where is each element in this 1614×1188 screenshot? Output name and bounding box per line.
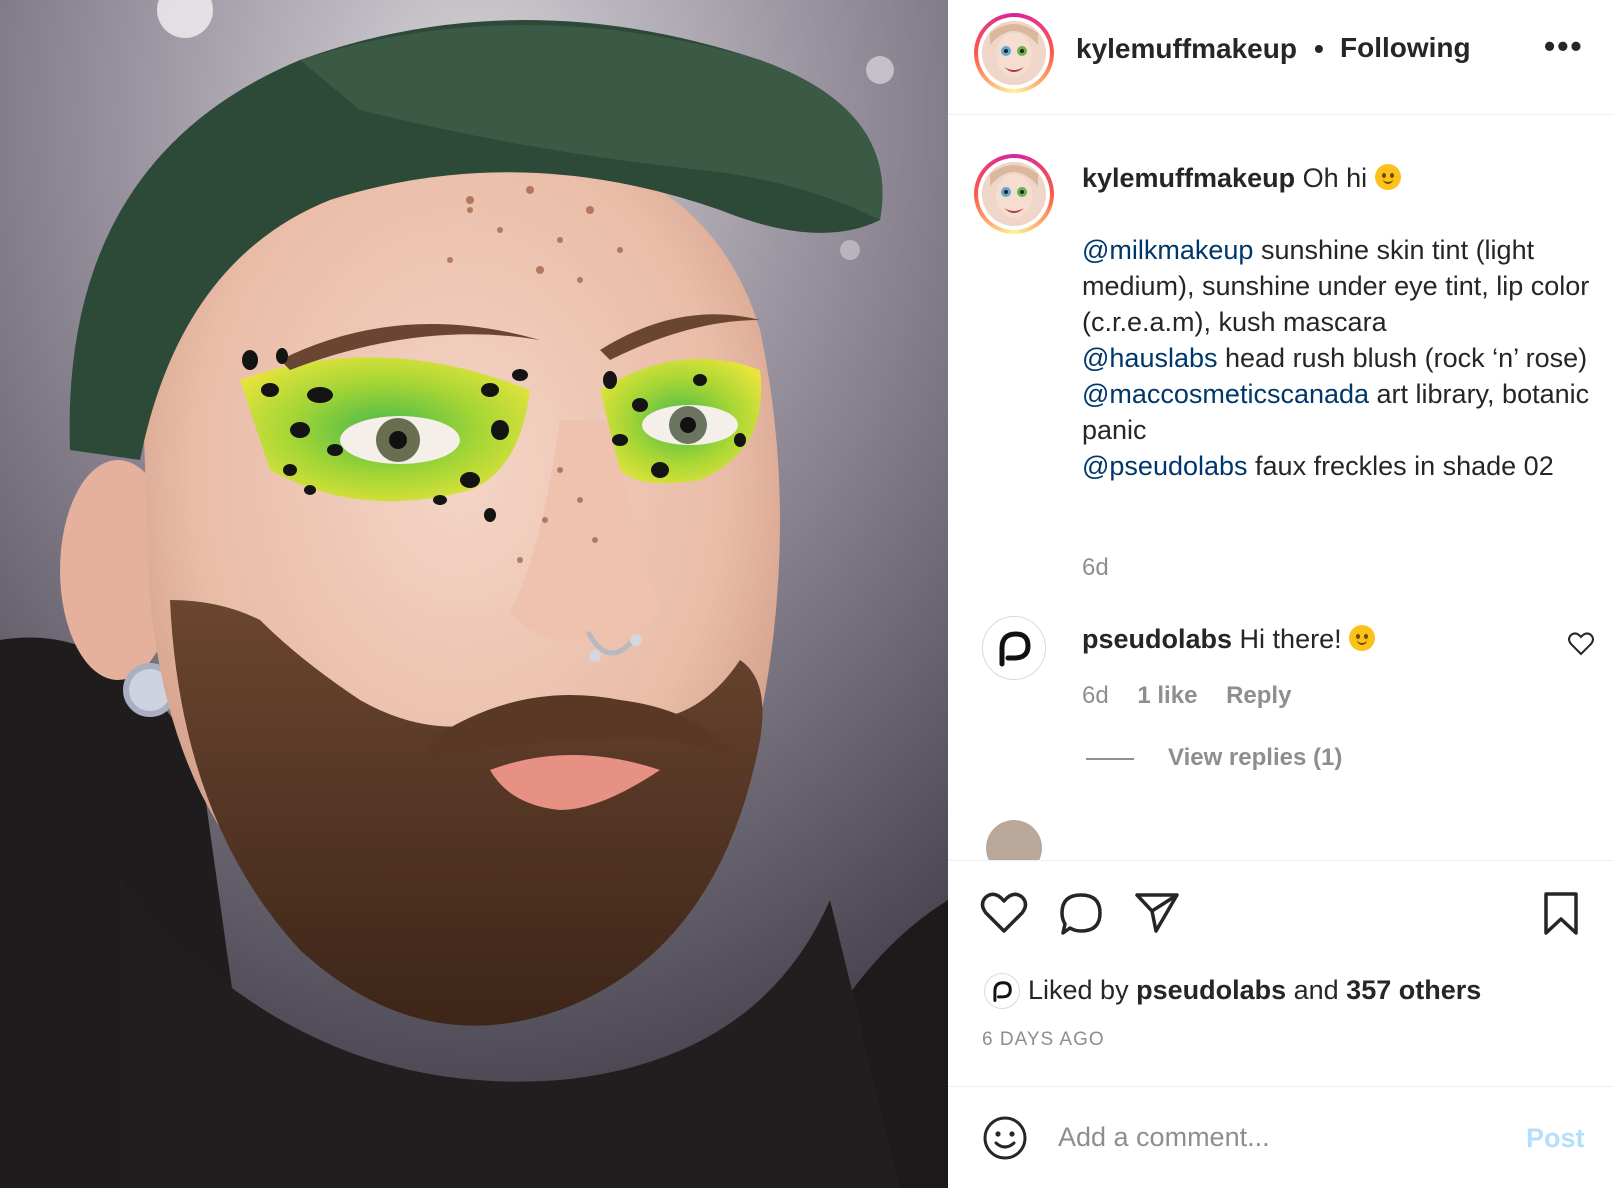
caption-line: faux freckles in shade 02 bbox=[1247, 451, 1554, 481]
mention-hauslabs[interactable]: @hauslabs bbox=[1082, 343, 1218, 373]
avatar-image bbox=[982, 21, 1046, 85]
commenter-avatar[interactable] bbox=[982, 616, 1046, 680]
view-replies-button[interactable]: View replies (1) bbox=[1086, 744, 1342, 772]
upside-down-face-emoji-icon bbox=[1374, 164, 1401, 190]
caption-line: head rush blush (rock ‘n’ rose) bbox=[1217, 343, 1588, 373]
next-comment-avatar[interactable] bbox=[986, 820, 1042, 860]
mention-maccosmeticscanada[interactable]: @maccosmeticscanada bbox=[1082, 379, 1369, 409]
liked-by-and: and bbox=[1286, 975, 1347, 1005]
avatar-image bbox=[982, 162, 1046, 226]
post-side-panel: kylemuffmakeup • Following ••• kylemuffm… bbox=[948, 0, 1614, 1188]
pseudolabs-logo-icon bbox=[999, 631, 1031, 667]
separator-dot: • bbox=[1314, 33, 1324, 64]
post-timestamp[interactable]: 6 DAYS AGO bbox=[982, 1029, 1105, 1051]
comments-section[interactable]: kylemuffmakeup Oh hi @milkmakeup sunshin… bbox=[948, 116, 1614, 860]
comment-meta: 6d 1 like Reply bbox=[1082, 682, 1313, 710]
reply-button[interactable]: Reply bbox=[1226, 682, 1291, 709]
mention-pseudolabs[interactable]: @pseudolabs bbox=[1082, 451, 1248, 481]
liked-by-prefix: Liked by bbox=[1028, 975, 1137, 1005]
add-comment-bar: Post bbox=[948, 1086, 1614, 1188]
author-avatar[interactable] bbox=[974, 13, 1054, 93]
caption-products: @milkmakeup sunshine skin tint (light me… bbox=[1082, 232, 1592, 484]
post-button[interactable]: Post bbox=[1526, 1123, 1585, 1154]
bookmark-icon[interactable] bbox=[1542, 891, 1580, 937]
author-username[interactable]: kylemuffmakeup bbox=[1076, 33, 1297, 65]
smiling-face-emoji-icon bbox=[1349, 625, 1376, 651]
post-photo[interactable] bbox=[0, 0, 948, 1188]
post-actions: Liked by pseudolabs and 357 others 6 DAY… bbox=[948, 860, 1614, 1088]
portrait-image bbox=[0, 0, 948, 1188]
comment-like-heart-icon[interactable] bbox=[1568, 632, 1594, 656]
caption-timestamp[interactable]: 6d bbox=[1082, 554, 1109, 582]
liked-by-summary: Liked by pseudolabs and 357 others bbox=[1028, 975, 1481, 1006]
liker-avatar[interactable] bbox=[984, 973, 1020, 1009]
comment-username[interactable]: pseudolabs bbox=[1082, 624, 1232, 654]
comment-likes-count[interactable]: 1 like bbox=[1137, 682, 1197, 709]
likes-others-link[interactable]: 357 others bbox=[1346, 975, 1481, 1005]
comment-timestamp[interactable]: 6d bbox=[1082, 682, 1109, 709]
comment-icon[interactable] bbox=[1058, 891, 1104, 937]
comment-input[interactable] bbox=[1058, 1113, 1488, 1161]
mention-milkmakeup[interactable]: @milkmakeup bbox=[1082, 235, 1253, 265]
smiley-icon[interactable] bbox=[982, 1115, 1028, 1161]
liked-by-user[interactable]: pseudolabs bbox=[1136, 975, 1286, 1005]
post-caption: kylemuffmakeup Oh hi @milkmakeup sunshin… bbox=[1082, 160, 1592, 484]
comment-text: Hi there! bbox=[1239, 624, 1342, 654]
following-button[interactable]: Following bbox=[1340, 32, 1471, 64]
comment-body: pseudolabs Hi there! bbox=[1082, 624, 1376, 655]
caption-author-avatar[interactable] bbox=[974, 154, 1054, 234]
caption-username[interactable]: kylemuffmakeup bbox=[1082, 163, 1295, 193]
caption-intro: Oh hi bbox=[1302, 163, 1368, 193]
view-replies-label: View replies (1) bbox=[1168, 744, 1343, 771]
paper-plane-icon[interactable] bbox=[1134, 891, 1180, 935]
pseudolabs-logo-icon bbox=[993, 981, 1012, 1002]
post-header: kylemuffmakeup • Following ••• bbox=[948, 0, 1614, 115]
heart-icon[interactable] bbox=[980, 891, 1028, 935]
replies-divider bbox=[1086, 757, 1134, 760]
more-options-icon[interactable]: ••• bbox=[1544, 28, 1584, 65]
